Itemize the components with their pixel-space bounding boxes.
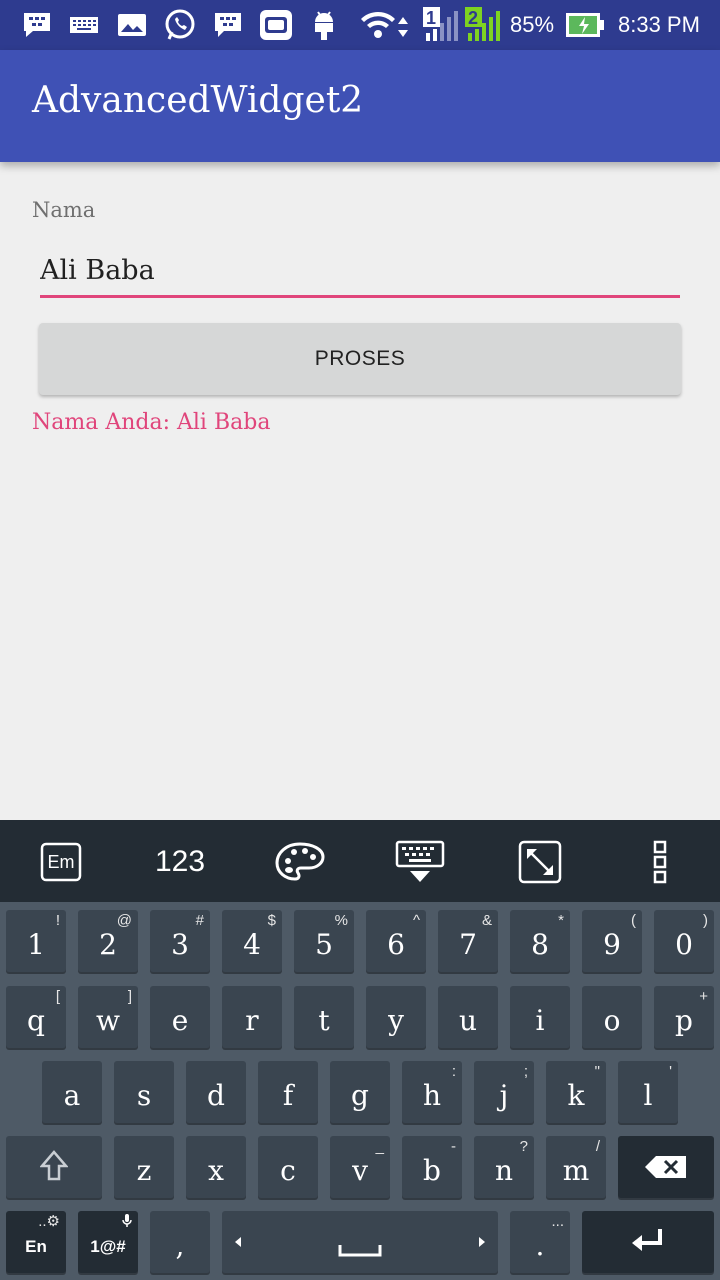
key-c[interactable]: c (258, 1136, 318, 1198)
whatsapp-icon (162, 8, 198, 42)
key-a[interactable]: a (42, 1061, 102, 1123)
status-bar: 1 2 85% 8:33 PM (0, 0, 720, 50)
key-b[interactable]: -b (402, 1136, 462, 1198)
soft-keyboard: Em 123 ! 1 @2 #3 $4 % 5 ^ 6 & 7 * 8 (9 ) 0 [q … (0, 820, 720, 1280)
result-text: Nama Anda: Ali Baba (32, 410, 271, 435)
key-m[interactable]: / m (546, 1136, 606, 1198)
key-2[interactable]: @2 (78, 910, 138, 972)
app-title: AdvancedWidget2 (32, 80, 364, 121)
numbers-toggle[interactable]: 123 (148, 834, 212, 890)
key-o[interactable]: o (582, 986, 642, 1048)
key-comma[interactable]: , (150, 1211, 210, 1273)
space-key[interactable] (222, 1211, 498, 1273)
key-x[interactable]: x (186, 1136, 246, 1198)
hide-keyboard-icon[interactable] (394, 834, 446, 890)
wifi-icon (358, 8, 414, 42)
key-p[interactable]: + p (654, 986, 714, 1048)
key-j[interactable]: ; j (474, 1061, 534, 1123)
key-g[interactable]: g (330, 1061, 390, 1123)
key-0[interactable]: ) 0 (654, 910, 714, 972)
key-n[interactable]: ? n (474, 1136, 534, 1198)
battery-percent: 85% (510, 12, 555, 37)
enter-icon (632, 1229, 662, 1251)
key-t[interactable]: t (294, 986, 354, 1048)
sim1-label: 1 (426, 8, 437, 28)
bbm-icon (20, 8, 54, 42)
key-8[interactable]: * 8 (510, 910, 570, 972)
theme-palette-icon[interactable] (272, 834, 328, 890)
key-h[interactable]: :h (402, 1061, 462, 1123)
shift-key[interactable] (6, 1136, 102, 1198)
language-switch-label: En (25, 1237, 47, 1256)
language-switch-sub: ..⚙ (38, 1213, 60, 1230)
key-1[interactable]: ! 1 (6, 910, 66, 972)
language-label: Em (47, 851, 75, 872)
key-7[interactable]: & 7 (438, 910, 498, 972)
more-icon[interactable] (646, 834, 674, 890)
backspace-key[interactable] (618, 1136, 714, 1198)
key-f[interactable]: f (258, 1061, 318, 1123)
key-l[interactable]: ' l (618, 1061, 678, 1123)
key-r[interactable]: r (222, 986, 282, 1048)
sim2-signal-icon: 2 (464, 7, 504, 42)
language-switch-key[interactable]: ..⚙ En (6, 1211, 66, 1273)
shift-icon (40, 1150, 68, 1181)
clock: 8:33 PM (618, 12, 700, 37)
key-9[interactable]: (9 (582, 910, 642, 972)
keyboard-icon (68, 8, 100, 42)
language-icon[interactable]: Em (38, 834, 84, 890)
numbers-label: 123 (154, 845, 206, 878)
key-period[interactable]: .... (510, 1211, 570, 1273)
key-3[interactable]: #3 (150, 910, 210, 972)
cursor-left-icon (235, 1237, 241, 1247)
space-icon (338, 1245, 382, 1257)
key-d[interactable]: d (186, 1061, 246, 1123)
cursor-right-icon (479, 1237, 485, 1247)
android-icon (310, 8, 338, 42)
key-4[interactable]: $4 (222, 910, 282, 972)
gallery-icon (116, 8, 148, 42)
battery-charging-icon (564, 8, 606, 42)
app-icon (258, 8, 294, 42)
key-v[interactable]: _ v (330, 1136, 390, 1198)
key-y[interactable]: y (366, 986, 426, 1048)
key-w[interactable]: ] w (78, 986, 138, 1048)
key-e[interactable]: e (150, 986, 210, 1048)
key-5[interactable]: % 5 (294, 910, 354, 972)
key-q[interactable]: [q (6, 986, 66, 1048)
name-input[interactable] (40, 246, 680, 298)
key-s[interactable]: s (114, 1061, 174, 1123)
key-k[interactable]: " k (546, 1061, 606, 1123)
backspace-icon (645, 1156, 686, 1178)
key-u[interactable]: u (438, 986, 498, 1048)
app-bar: AdvancedWidget2 (0, 50, 720, 162)
bbm-icon (212, 8, 244, 42)
enter-key[interactable] (582, 1211, 714, 1273)
sim2-label: 2 (468, 8, 479, 28)
microphone-icon (122, 1214, 132, 1227)
keyboard-toolbar: Em 123 (0, 820, 720, 902)
proses-button[interactable]: PROSES (39, 323, 681, 395)
resize-icon[interactable] (516, 834, 564, 890)
key-z[interactable]: z (114, 1136, 174, 1198)
symbols-label: 1@# (90, 1237, 126, 1256)
key-i[interactable]: i (510, 986, 570, 1048)
key-6[interactable]: ^ 6 (366, 910, 426, 972)
name-label: Nama (32, 198, 96, 222)
sim1-signal-icon: 1 (422, 7, 462, 42)
symbols-key[interactable]: 1@# (78, 1211, 138, 1273)
